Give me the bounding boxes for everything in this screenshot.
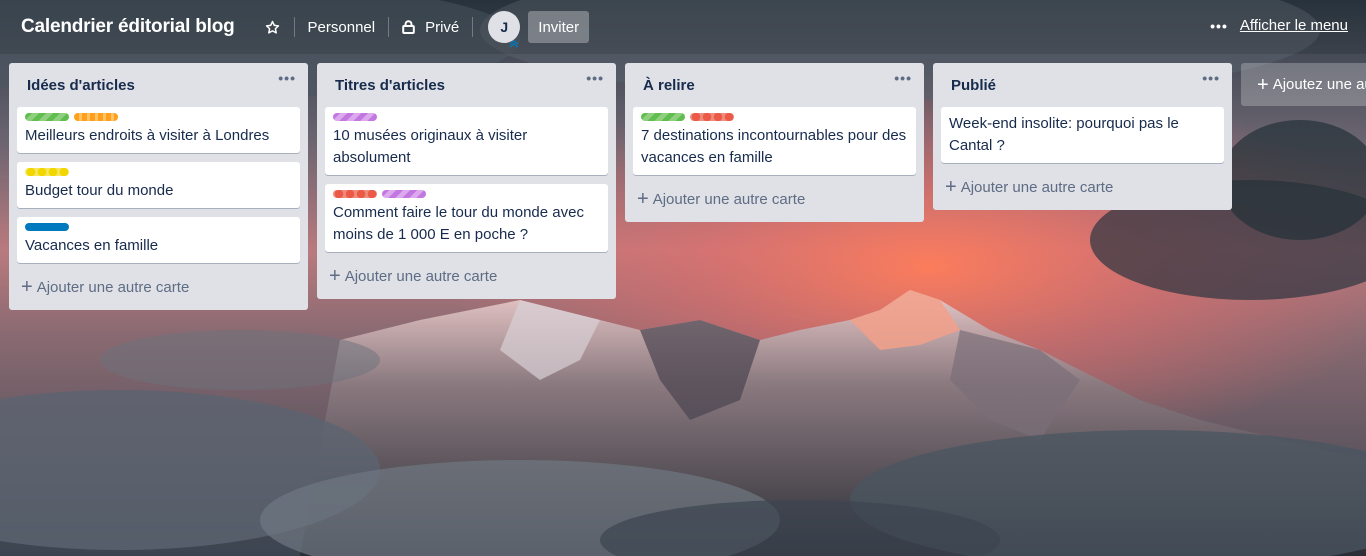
add-card-label: Ajouter une autre carte (344, 267, 498, 285)
label-red (333, 190, 377, 198)
label-green (25, 113, 69, 121)
list-title[interactable]: À relire (643, 77, 695, 94)
show-menu-label: Afficher le menu (1239, 17, 1348, 34)
more-dots-icon[interactable]: ••• (278, 71, 296, 85)
add-card-label: Ajouter une autre carte (652, 190, 806, 208)
card-labels (25, 223, 292, 231)
label-orange (74, 113, 118, 121)
add-card-button[interactable]: + Ajouter une autre carte (17, 272, 300, 302)
list-titles: Titres d'articles ••• 10 musées originau… (317, 63, 616, 299)
plus-icon: + (21, 276, 33, 298)
card-labels (333, 190, 600, 198)
add-card-button[interactable]: + Ajouter une autre carte (941, 172, 1224, 202)
list-header: À relire ••• (633, 63, 916, 107)
add-card-label: Ajouter une autre carte (960, 178, 1114, 196)
plus-icon: + (637, 188, 649, 210)
add-card-label: Ajouter une autre carte (36, 278, 190, 296)
label-green (641, 113, 685, 121)
card[interactable]: Week-end insolite: pourquoi pas le Canta… (941, 107, 1224, 163)
header-divider (388, 17, 390, 37)
card-labels (641, 113, 908, 121)
card-title: Comment faire le tour du monde avec moin… (333, 204, 584, 243)
label-yellow (25, 168, 69, 176)
header-divider (472, 17, 474, 37)
privacy-button[interactable]: Privé (402, 19, 459, 36)
list-header: Idées d'articles ••• (17, 63, 300, 107)
avatar[interactable]: J (488, 11, 521, 48)
card-labels (333, 113, 600, 121)
list-header: Titres d'articles ••• (325, 63, 608, 107)
card-title: 7 destinations incontournables pour des … (641, 127, 907, 166)
board-title[interactable]: Calendrier éditorial blog (21, 16, 235, 38)
avatar-initial: J (500, 19, 509, 35)
card-title: Vacances en famille (25, 237, 159, 254)
card-labels (25, 113, 292, 121)
card-title: 10 musées originaux à visiter absolument (333, 127, 528, 166)
card[interactable]: 10 musées originaux à visiter absolument (325, 107, 608, 175)
card-title: Meilleurs endroits à visiter à Londres (25, 127, 270, 144)
label-blue (25, 223, 69, 231)
lock-icon (402, 20, 416, 34)
more-dots-icon: ••• (1210, 17, 1228, 34)
board-header: Calendrier éditorial blog Personnel Priv… (0, 0, 1366, 54)
card[interactable]: Vacances en famille (17, 217, 300, 263)
list-ideas: Idées d'articles ••• Meilleurs endroits … (9, 63, 308, 310)
card[interactable]: 7 destinations incontournables pour des … (633, 107, 916, 175)
card[interactable]: Comment faire le tour du monde avec moin… (325, 184, 608, 252)
invite-button[interactable]: Inviter (528, 11, 590, 43)
list-to-review: À relire ••• 7 destinations incontournab… (625, 63, 924, 222)
more-dots-icon[interactable]: ••• (894, 71, 912, 85)
plus-icon: + (1257, 73, 1269, 96)
board-canvas: Idées d'articles ••• Meilleurs endroits … (9, 63, 1366, 310)
label-red (690, 113, 734, 121)
plus-icon: + (329, 265, 341, 287)
add-card-button[interactable]: + Ajouter une autre carte (633, 184, 916, 214)
list-title[interactable]: Titres d'articles (335, 77, 445, 94)
add-list-label: Ajoutez une autre liste (1272, 76, 1366, 93)
card-labels (25, 168, 292, 176)
list-title[interactable]: Publié (951, 77, 996, 94)
card[interactable]: Budget tour du monde (17, 162, 300, 208)
header-divider (293, 17, 295, 37)
more-dots-icon[interactable]: ••• (586, 71, 604, 85)
list-header: Publié ••• (941, 63, 1224, 107)
team-button[interactable]: Personnel (308, 19, 376, 36)
card-title: Week-end insolite: pourquoi pas le Canta… (949, 115, 1179, 154)
admin-chevron-icon (509, 35, 519, 48)
plus-icon: + (945, 176, 957, 198)
label-purple (382, 190, 426, 198)
list-title[interactable]: Idées d'articles (27, 77, 135, 94)
star-icon[interactable] (265, 19, 281, 35)
list-published: Publié ••• Week-end insolite: pourquoi p… (933, 63, 1232, 210)
more-dots-icon[interactable]: ••• (1202, 71, 1220, 85)
privacy-label: Privé (425, 18, 460, 36)
add-card-button[interactable]: + Ajouter une autre carte (325, 261, 608, 291)
card[interactable]: Meilleurs endroits à visiter à Londres (17, 107, 300, 153)
show-menu-button[interactable]: ••• Afficher le menu (1210, 17, 1348, 34)
add-list-button[interactable]: + Ajoutez une autre liste (1241, 63, 1366, 106)
label-purple (333, 113, 377, 121)
card-title: Budget tour du monde (25, 182, 174, 199)
